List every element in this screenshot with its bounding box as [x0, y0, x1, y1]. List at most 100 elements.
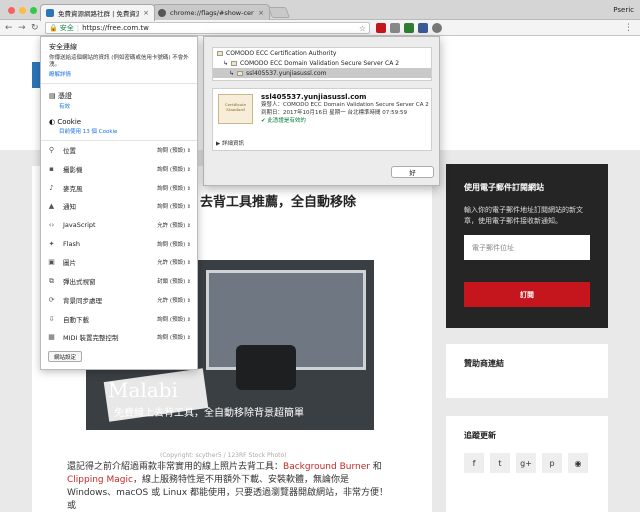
permission-select[interactable]: 封鎖 (預設): [157, 277, 191, 285]
url-text[interactable]: https://free.com.tw: [82, 24, 149, 32]
social-links: f t g+ p ◉: [464, 453, 590, 473]
article-title[interactable]: 去背工具推薦，全自動移除: [200, 194, 410, 212]
details-disclosure[interactable]: ▶ 詳細資訊: [216, 139, 244, 147]
tab-title: 免費資源網路社群 | 免費資源網: [58, 10, 139, 18]
secure-indicator[interactable]: 🔒 安全: [49, 23, 74, 33]
code-icon: ‹›: [48, 221, 55, 230]
microphone-icon: ♪: [49, 183, 54, 192]
tree-branch-icon: ↳: [223, 59, 229, 67]
sponsor-title: 贊助商連結: [464, 359, 504, 368]
image-icon: ▣: [48, 258, 55, 267]
site-settings-button[interactable]: 網站設定: [48, 351, 83, 362]
subscribe-widget: 使用電子郵件訂閱網站 輸入你的電子郵件地址訂閱網站的新文章，使用電子郵件接收新通…: [446, 164, 608, 328]
pinterest-icon[interactable]: p: [542, 453, 562, 473]
permission-row[interactable]: ▲ 通知 詢問 (預設): [41, 197, 197, 216]
permission-name: 通知: [63, 203, 76, 212]
rss-icon[interactable]: ◉: [568, 453, 588, 473]
follow-widget: 追蹤更新 f t g+ p ◉: [446, 416, 608, 512]
chain-item-selected[interactable]: ↳ ssl405537.yunjiasussl.com: [213, 68, 431, 78]
permission-row[interactable]: ⟳ 背景同步處理 允許 (預設): [41, 291, 197, 310]
background-burner-link[interactable]: Background Burner: [283, 462, 370, 472]
minimize-window-button[interactable]: [19, 7, 26, 14]
permission-select[interactable]: 詢問 (預設): [157, 202, 191, 210]
permission-row[interactable]: ⚲ 位置 詢問 (預設): [41, 141, 197, 160]
bell-icon: ▲: [48, 202, 55, 211]
browser-toolbar: ← → ↻ 🔒 安全 | https://free.com.tw ☆ ⋮: [0, 20, 640, 36]
permission-name: 麥克風: [63, 184, 83, 193]
puzzle-icon: ✦: [48, 239, 55, 248]
extension-icon[interactable]: [432, 23, 442, 33]
certificate-icon: ▤: [49, 92, 58, 100]
chain-item[interactable]: COMODO ECC Certification Authority: [213, 48, 431, 58]
connection-section: 安全連線 你傳送給這個網站的資訊 (例如密碼或信用卡號碼) 不會外洩。 瞭解詳情: [41, 37, 197, 84]
certificate-info: ssl405537.yunjiasussl.com 簽發人：COMODO ECC…: [261, 93, 429, 125]
email-input[interactable]: 電子郵件位址: [464, 235, 590, 260]
permission-select[interactable]: 詢問 (預設): [157, 315, 191, 323]
permission-select[interactable]: 詢問 (預設): [157, 333, 191, 341]
tab-title: chrome://flags/#show-cert-link: [170, 8, 254, 17]
permission-row[interactable]: ✦ Flash 詢問 (預設): [41, 234, 197, 253]
reload-icon[interactable]: ↻: [31, 23, 39, 33]
permission-row[interactable]: ▪ 攝影機 詢問 (預設): [41, 160, 197, 179]
hero-subtitle: 免費線上去背工具，全自動移除背景超簡單: [114, 408, 304, 419]
close-tab-icon[interactable]: ×: [258, 9, 264, 17]
forward-icon[interactable]: →: [18, 23, 26, 33]
tab-chrome-flags[interactable]: chrome://flags/#show-cert-link ×: [152, 4, 270, 20]
extension-icon[interactable]: [404, 23, 414, 33]
certificate-icon: [237, 70, 244, 76]
subscribe-description: 輸入你的電子郵件地址訂閱網站的新文章，使用電子郵件接收新通知。: [464, 206, 583, 225]
permission-name: Flash: [63, 239, 81, 248]
profile-name[interactable]: Pseric: [613, 6, 634, 14]
permission-row[interactable]: ⇩ 自動下載 詢問 (預設): [41, 309, 197, 328]
tab-free-com[interactable]: 免費資源網路社群 | 免費資源網 ×: [40, 4, 155, 21]
bookmark-star-icon[interactable]: ☆: [359, 24, 366, 33]
permission-name: 圖片: [63, 259, 76, 268]
cookie-row[interactable]: ◐ Cookie 目前使用 13 個 Cookie: [41, 115, 197, 141]
extension-icon[interactable]: [390, 23, 400, 33]
certificate-common-name: ssl405537.yunjiasussl.com: [261, 93, 367, 101]
permission-name: 攝影機: [63, 166, 83, 175]
omnibox[interactable]: 🔒 安全 | https://free.com.tw ☆: [45, 22, 370, 34]
certificate-icon: [231, 60, 238, 66]
article-paragraph: 還記得之前介紹過兩款非常實用的線上照片去背工具：Background Burne…: [67, 461, 392, 512]
permission-list: ⚲位置詢問 (預設)▪攝影機詢問 (預設)♪麥克風詢問 (預設)▲通知詢問 (預…: [41, 141, 197, 347]
facebook-icon[interactable]: f: [464, 453, 484, 473]
close-tab-icon[interactable]: ×: [143, 9, 149, 17]
subscribe-title: 使用電子郵件訂閱網站: [464, 183, 544, 192]
permission-select[interactable]: 詢問 (預設): [157, 240, 191, 248]
certificate-row[interactable]: ▤ 憑證 有效: [41, 84, 197, 115]
permission-row[interactable]: ‹› JavaScript 允許 (預設): [41, 216, 197, 235]
permission-select[interactable]: 允許 (預設): [157, 296, 191, 304]
chrome-favicon-icon: [158, 8, 166, 17]
close-window-button[interactable]: [8, 7, 15, 14]
learn-more-link[interactable]: 瞭解詳情: [49, 70, 189, 78]
menu-icon[interactable]: ⋮: [624, 23, 633, 33]
back-icon[interactable]: ←: [5, 23, 13, 33]
chain-item[interactable]: ↳ COMODO ECC Domain Validation Secure Ser…: [213, 58, 431, 68]
certificate-valid-link[interactable]: 有效: [49, 102, 189, 110]
permission-select[interactable]: 允許 (預設): [157, 221, 191, 229]
permission-select[interactable]: 允許 (預設): [157, 258, 191, 266]
permission-select[interactable]: 詢問 (預設): [157, 184, 191, 192]
chain-label: COMODO ECC Certification Authority: [226, 49, 337, 57]
text: 還記得之前介紹過兩款非常實用的線上照片去背工具：: [67, 462, 284, 472]
extension-icon[interactable]: [418, 23, 428, 33]
new-tab-button[interactable]: [267, 7, 291, 18]
permission-row[interactable]: ▦ MIDI 裝置完整控制 詢問 (預設): [41, 328, 197, 347]
zoom-window-button[interactable]: [30, 7, 37, 14]
popup-blocked-icon: ⧉: [49, 276, 54, 285]
cookie-count-link[interactable]: 目前使用 13 個 Cookie: [49, 127, 189, 135]
google-plus-icon[interactable]: g+: [516, 453, 536, 473]
permission-row[interactable]: ⧉ 彈出式視窗 封鎖 (預設): [41, 272, 197, 291]
ok-button[interactable]: 好: [391, 166, 434, 178]
subscribe-button[interactable]: 訂閱: [464, 282, 590, 307]
location-icon: ⚲: [48, 146, 55, 155]
twitter-icon[interactable]: t: [490, 453, 510, 473]
certificate-detail: Certificate Standard ssl405537.yunjiasus…: [212, 88, 432, 151]
clipping-magic-link[interactable]: Clipping Magic: [67, 475, 133, 485]
permission-row[interactable]: ▣ 圖片 允許 (預設): [41, 253, 197, 272]
permission-select[interactable]: 詢問 (預設): [157, 165, 191, 173]
permission-row[interactable]: ♪ 麥克風 詢問 (預設): [41, 178, 197, 197]
extension-icon[interactable]: [376, 23, 386, 33]
permission-select[interactable]: 詢問 (預設): [157, 146, 191, 154]
